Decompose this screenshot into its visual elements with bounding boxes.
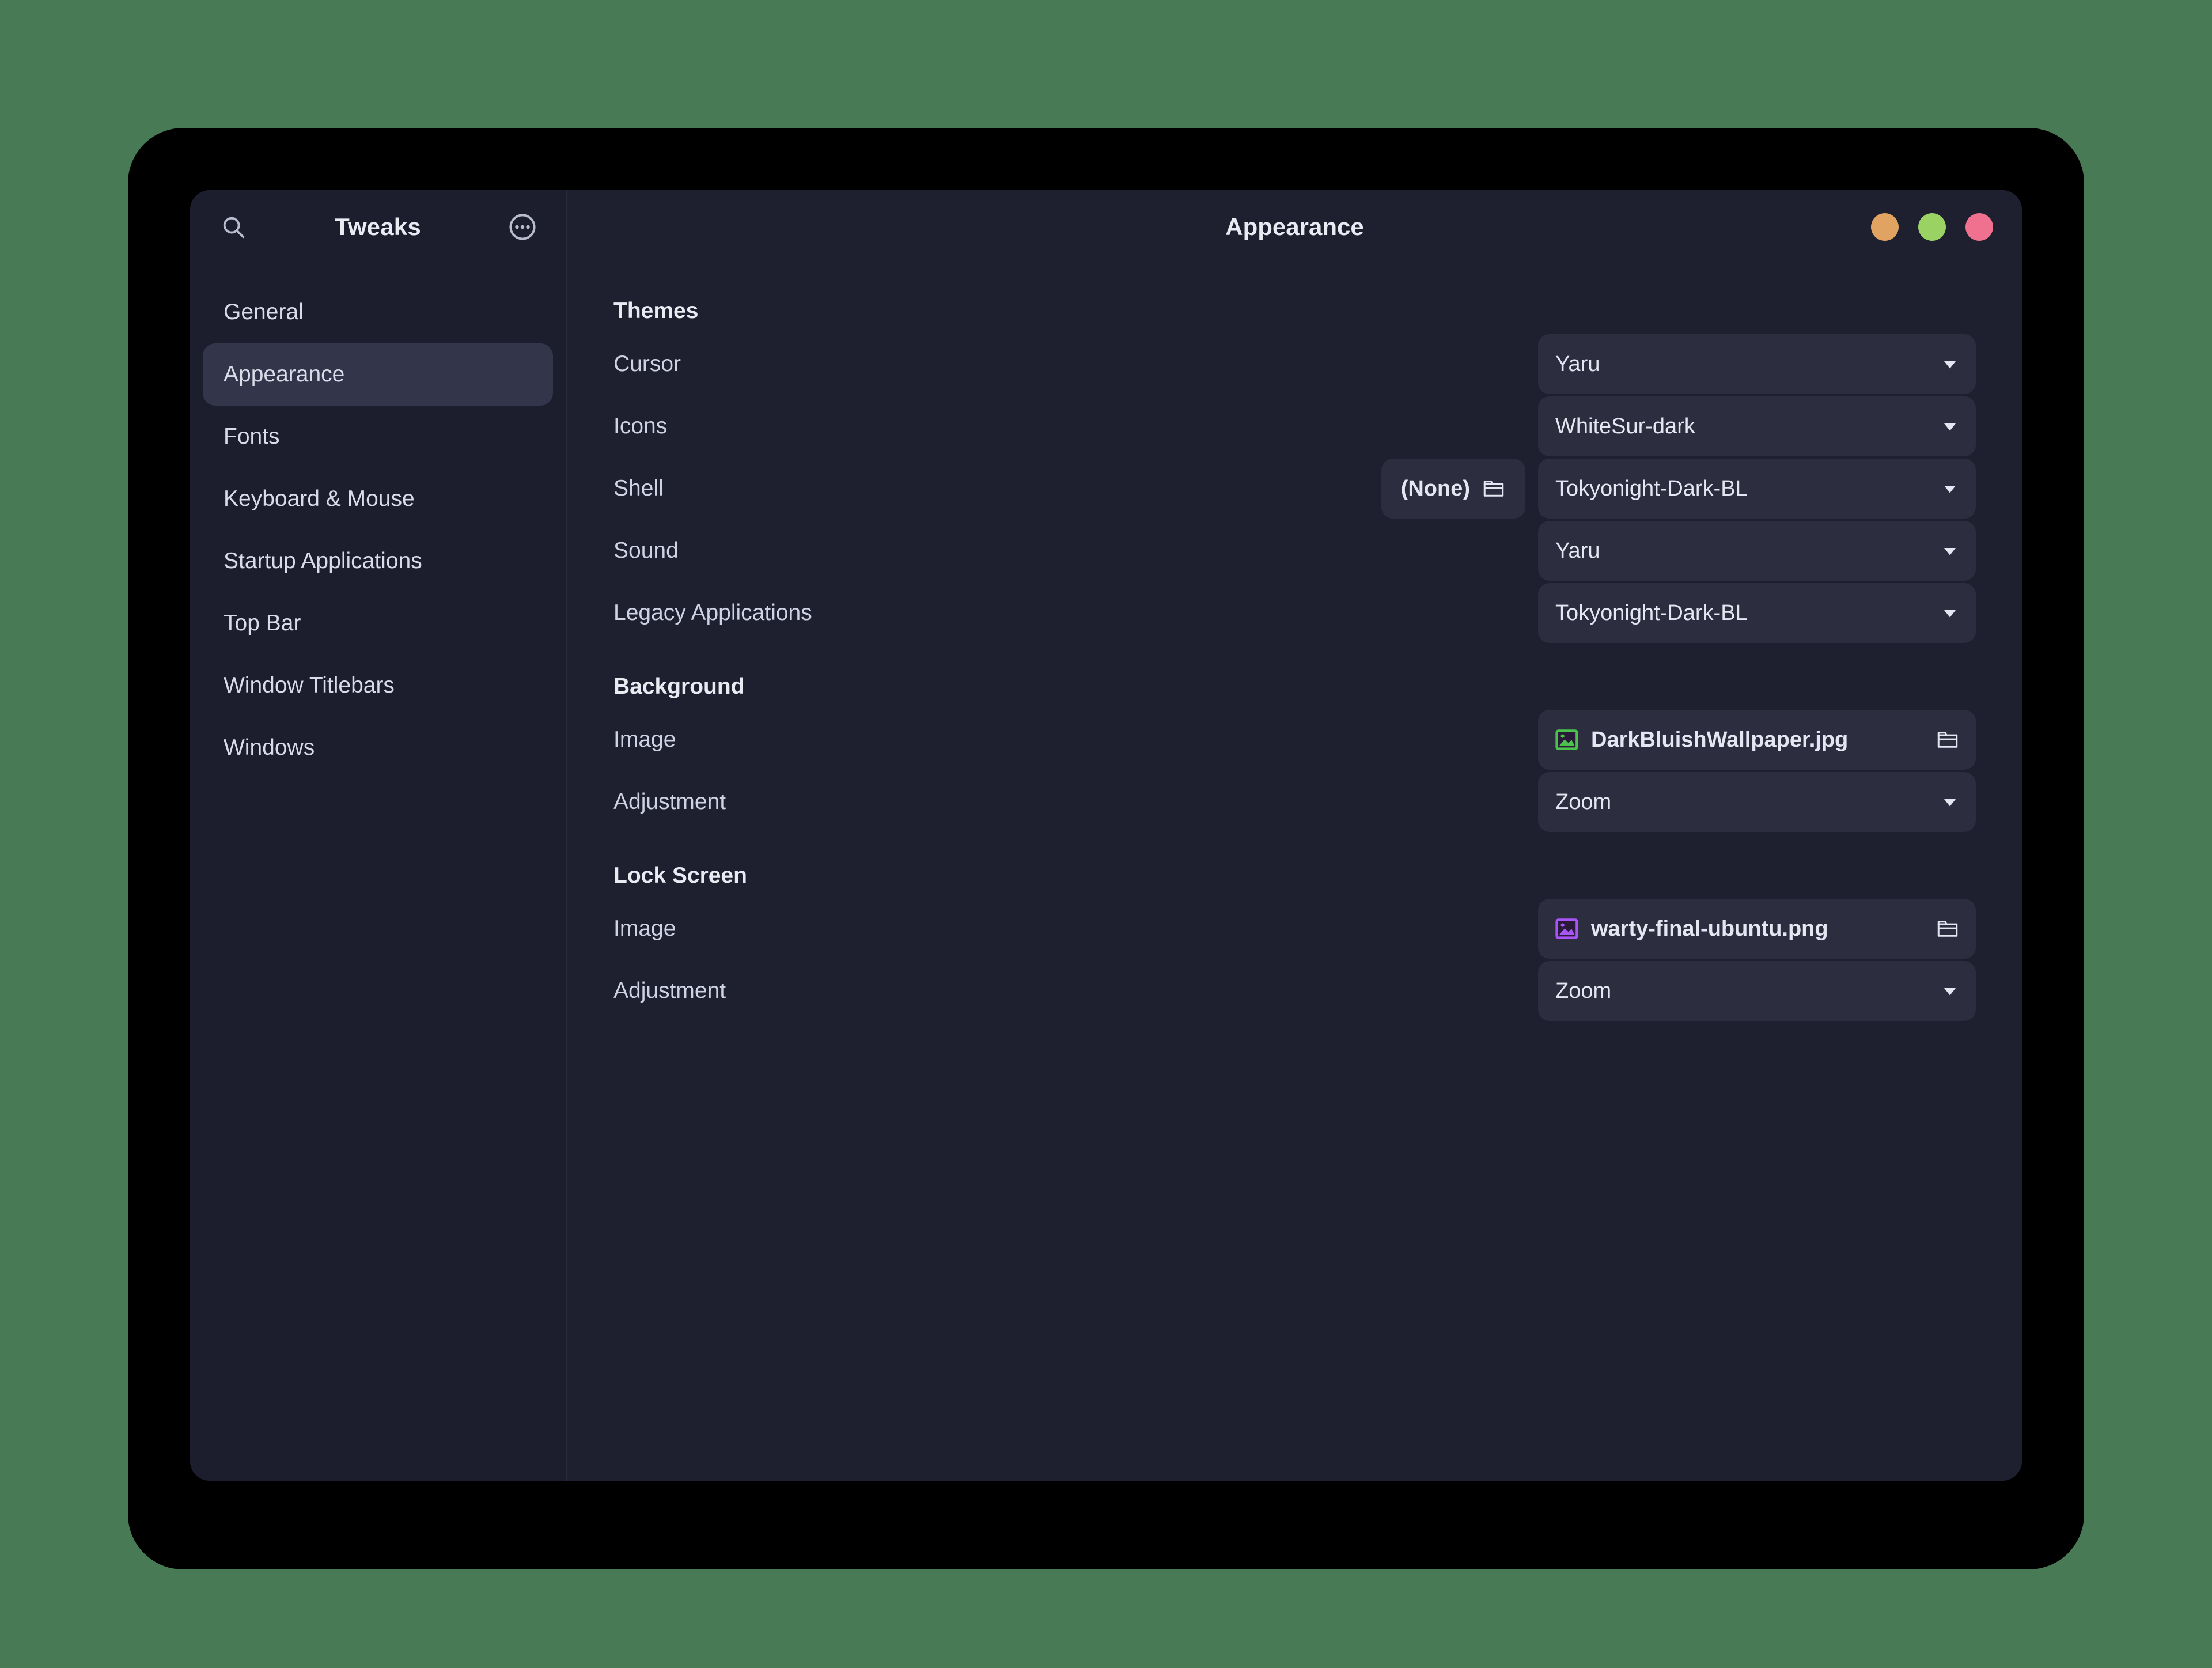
sidebar-item-label: Keyboard & Mouse — [224, 486, 415, 511]
row-label: Image — [613, 916, 676, 941]
sidebar-item-label: Windows — [224, 735, 315, 760]
row-controls: Yaru — [1538, 334, 1976, 394]
dropdown-value: Yaru — [1555, 538, 1600, 563]
setting-row-background-adjustment: Adjustment Zoom — [613, 771, 1976, 833]
minimize-button[interactable] — [1871, 213, 1899, 241]
setting-row-shell: Shell (None) Tokyonight-Dark-BL — [613, 457, 1976, 520]
row-label: Image — [613, 727, 676, 752]
setting-row-sound: Sound Yaru — [613, 520, 1976, 582]
shell-theme-dropdown[interactable]: Tokyonight-Dark-BL — [1538, 459, 1976, 519]
row-controls: Tokyonight-Dark-BL — [1538, 583, 1976, 643]
maximize-button[interactable] — [1918, 213, 1946, 241]
window-controls — [1871, 213, 1993, 241]
lock-screen-image-filename: warty-final-ubuntu.png — [1591, 916, 1828, 941]
row-label: Cursor — [613, 351, 681, 376]
setting-row-background-image: Image DarkBluishWallpaper.jpg — [613, 709, 1976, 771]
chevron-down-icon — [1941, 542, 1959, 559]
shell-theme-file-button[interactable]: (None) — [1381, 459, 1525, 519]
dropdown-value: Tokyonight-Dark-BL — [1555, 600, 1748, 625]
sidebar-title: Tweaks — [335, 213, 421, 240]
sidebar-item-label: Window Titlebars — [224, 673, 395, 698]
sidebar-item-keyboard-and-mouse[interactable]: Keyboard & Mouse — [203, 468, 553, 530]
sidebar-item-label: Fonts — [224, 424, 280, 449]
search-icon — [220, 214, 247, 240]
sidebar-header: Tweaks — [190, 190, 566, 264]
chevron-down-icon — [1941, 793, 1959, 811]
background-adjustment-dropdown[interactable]: Zoom — [1538, 772, 1976, 832]
search-button[interactable] — [215, 209, 251, 245]
row-controls: (None) Tokyonight-Dark-BL — [1381, 459, 1976, 519]
image-file-icon — [1554, 916, 1580, 941]
row-label: Shell — [613, 476, 664, 501]
row-controls: Yaru — [1538, 521, 1976, 581]
row-label: Sound — [613, 538, 679, 563]
setting-row-cursor: Cursor Yaru — [613, 333, 1976, 395]
background-image-filename: DarkBluishWallpaper.jpg — [1591, 727, 1849, 752]
setting-row-legacy-applications: Legacy Applications Tokyonight-Dark-BL — [613, 582, 1976, 644]
folder-icon — [1482, 476, 1506, 501]
more-options-icon — [507, 212, 537, 242]
icons-theme-dropdown[interactable]: WhiteSur-dark — [1538, 396, 1976, 456]
section-heading-themes: Themes — [613, 298, 699, 323]
background-image-file-button[interactable]: DarkBluishWallpaper.jpg — [1538, 710, 1976, 770]
sidebar-item-general[interactable]: General — [203, 281, 553, 343]
setting-row-lock-screen-image: Image warty-final-ubuntu.png — [613, 898, 1976, 960]
image-file-icon — [1554, 727, 1580, 752]
sidebar-item-windows[interactable]: Windows — [203, 717, 553, 779]
lock-screen-image-file-button[interactable]: warty-final-ubuntu.png — [1538, 899, 1976, 959]
sidebar-item-fonts[interactable]: Fonts — [203, 406, 553, 468]
tweaks-window: Tweaks General Appearance Fonts Keyboard… — [190, 190, 2022, 1481]
settings-list: Themes Cursor Yaru Icons WhiteSur-dark S… — [567, 264, 2022, 1481]
row-controls: Zoom — [1538, 772, 1976, 832]
chevron-down-icon — [1941, 418, 1959, 435]
sidebar-item-window-titlebars[interactable]: Window Titlebars — [203, 655, 553, 717]
row-label: Adjustment — [613, 978, 726, 1003]
row-label: Icons — [613, 414, 668, 438]
content-header: Appearance — [567, 190, 2022, 264]
sidebar: Tweaks General Appearance Fonts Keyboard… — [190, 190, 567, 1481]
lock-screen-adjustment-dropdown[interactable]: Zoom — [1538, 961, 1976, 1021]
dropdown-value: Zoom — [1555, 789, 1612, 814]
cursor-theme-dropdown[interactable]: Yaru — [1538, 334, 1976, 394]
legacy-applications-theme-dropdown[interactable]: Tokyonight-Dark-BL — [1538, 583, 1976, 643]
dropdown-value: Tokyonight-Dark-BL — [1555, 476, 1748, 501]
setting-row-lock-screen-adjustment: Adjustment Zoom — [613, 960, 1976, 1022]
setting-row-icons: Icons WhiteSur-dark — [613, 395, 1976, 457]
sidebar-item-top-bar[interactable]: Top Bar — [203, 592, 553, 655]
chevron-down-icon — [1941, 480, 1959, 497]
sidebar-item-label: General — [224, 300, 304, 324]
row-controls: DarkBluishWallpaper.jpg — [1538, 710, 1976, 770]
chevron-down-icon — [1941, 355, 1959, 373]
row-label: Adjustment — [613, 789, 726, 814]
sidebar-item-label: Startup Applications — [224, 549, 422, 573]
page-title: Appearance — [1225, 213, 1364, 240]
more-options-button[interactable] — [505, 209, 540, 245]
row-label: Legacy Applications — [613, 600, 812, 625]
close-button[interactable] — [1965, 213, 1993, 241]
sound-theme-dropdown[interactable]: Yaru — [1538, 521, 1976, 581]
row-controls: Zoom — [1538, 961, 1976, 1021]
row-controls: warty-final-ubuntu.png — [1538, 899, 1976, 959]
dropdown-value: WhiteSur-dark — [1555, 414, 1695, 438]
folder-icon — [1936, 728, 1960, 752]
chevron-down-icon — [1941, 604, 1959, 622]
row-controls: WhiteSur-dark — [1538, 396, 1976, 456]
sidebar-item-appearance[interactable]: Appearance — [203, 343, 553, 406]
section-heading-lock-screen: Lock Screen — [613, 863, 747, 888]
shell-theme-file-label: (None) — [1400, 476, 1470, 501]
section-heading-background: Background — [613, 674, 745, 699]
sidebar-item-label: Appearance — [224, 362, 345, 387]
dropdown-value: Zoom — [1555, 978, 1612, 1003]
folder-icon — [1936, 917, 1960, 941]
content-area: Appearance Themes Cursor Yaru Icons Whit… — [567, 190, 2022, 1481]
sidebar-item-label: Top Bar — [224, 611, 301, 636]
sidebar-item-startup-applications[interactable]: Startup Applications — [203, 530, 553, 592]
chevron-down-icon — [1941, 982, 1959, 1000]
sidebar-nav-list: General Appearance Fonts Keyboard & Mous… — [190, 264, 566, 779]
dropdown-value: Yaru — [1555, 351, 1600, 376]
